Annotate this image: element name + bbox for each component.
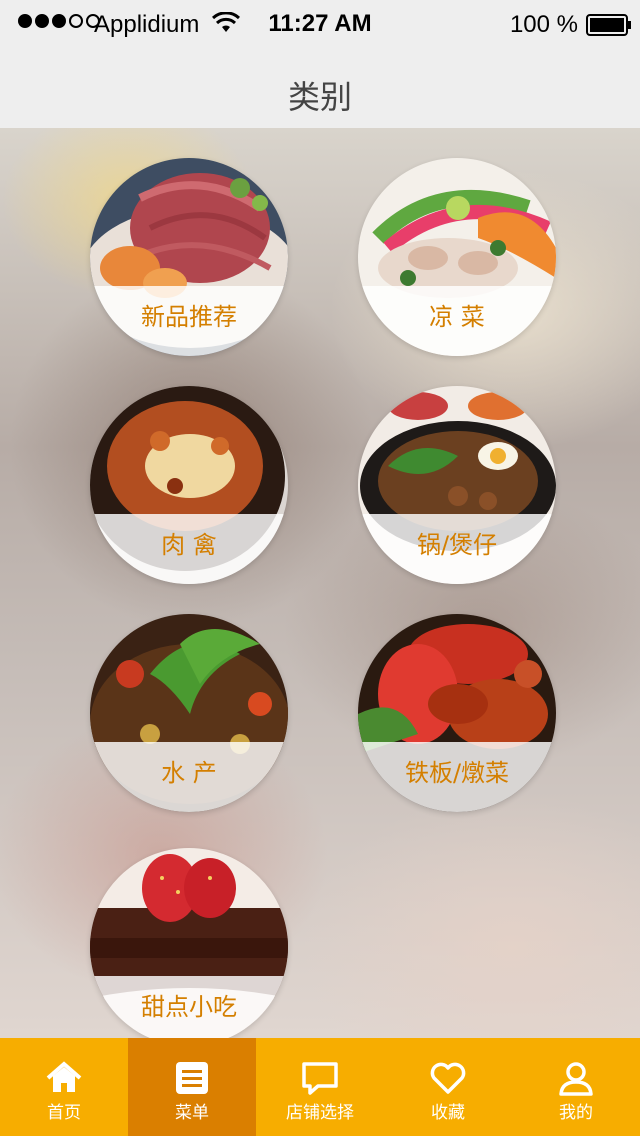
category-meat-poultry[interactable]: 肉 禽: [90, 386, 288, 584]
category-label: 甜点小吃: [90, 976, 288, 1038]
nav-bar: 类别: [0, 50, 640, 128]
tab-menu[interactable]: 菜单: [128, 1038, 256, 1136]
home-icon: [46, 1061, 82, 1092]
category-new-products[interactable]: 新品推荐: [90, 158, 288, 356]
tab-label: 店铺选择: [286, 1103, 354, 1123]
category-label: 水 产: [90, 742, 288, 812]
chat-bubble-icon: [302, 1062, 338, 1095]
tab-label: 收藏: [431, 1103, 465, 1123]
user-icon: [559, 1062, 593, 1096]
page-title: 类别: [287, 78, 352, 116]
tab-label: 首页: [47, 1103, 81, 1123]
tab-label: 菜单: [175, 1103, 209, 1123]
category-label: 新品推荐: [90, 286, 288, 356]
category-cold-dishes[interactable]: 凉 菜: [358, 158, 556, 356]
category-label: 铁板/燉菜: [358, 742, 556, 812]
tab-favorites[interactable]: 收藏: [384, 1038, 512, 1136]
tab-profile[interactable]: 我的: [512, 1038, 640, 1136]
category-seafood[interactable]: 水 产: [90, 614, 288, 812]
tab-store-select[interactable]: 店铺选择: [256, 1038, 384, 1136]
category-label: 锅/煲仔: [358, 514, 556, 584]
tab-label: 我的: [559, 1103, 593, 1123]
status-bar: Applidium 11:27 AM 100 %: [0, 0, 640, 50]
battery-icon: [586, 14, 631, 36]
category-label: 凉 菜: [358, 286, 556, 356]
heart-icon: [430, 1062, 466, 1094]
category-claypot[interactable]: 锅/煲仔: [358, 386, 556, 584]
category-desserts[interactable]: 甜点小吃: [90, 848, 288, 1038]
tab-bar: 首页 菜单 店铺选择 收藏 我的: [0, 1038, 640, 1136]
battery-percent: 100 %: [509, 11, 578, 38]
category-iron-plate[interactable]: 铁板/燉菜: [358, 614, 556, 812]
category-label: 肉 禽: [90, 514, 288, 584]
category-grid: 新品推荐 凉 菜 肉 禽 锅/煲仔 水 产 铁板/燉菜 甜点小吃: [0, 128, 640, 1038]
tab-home[interactable]: 首页: [0, 1038, 128, 1136]
menu-list-icon: [176, 1062, 208, 1094]
